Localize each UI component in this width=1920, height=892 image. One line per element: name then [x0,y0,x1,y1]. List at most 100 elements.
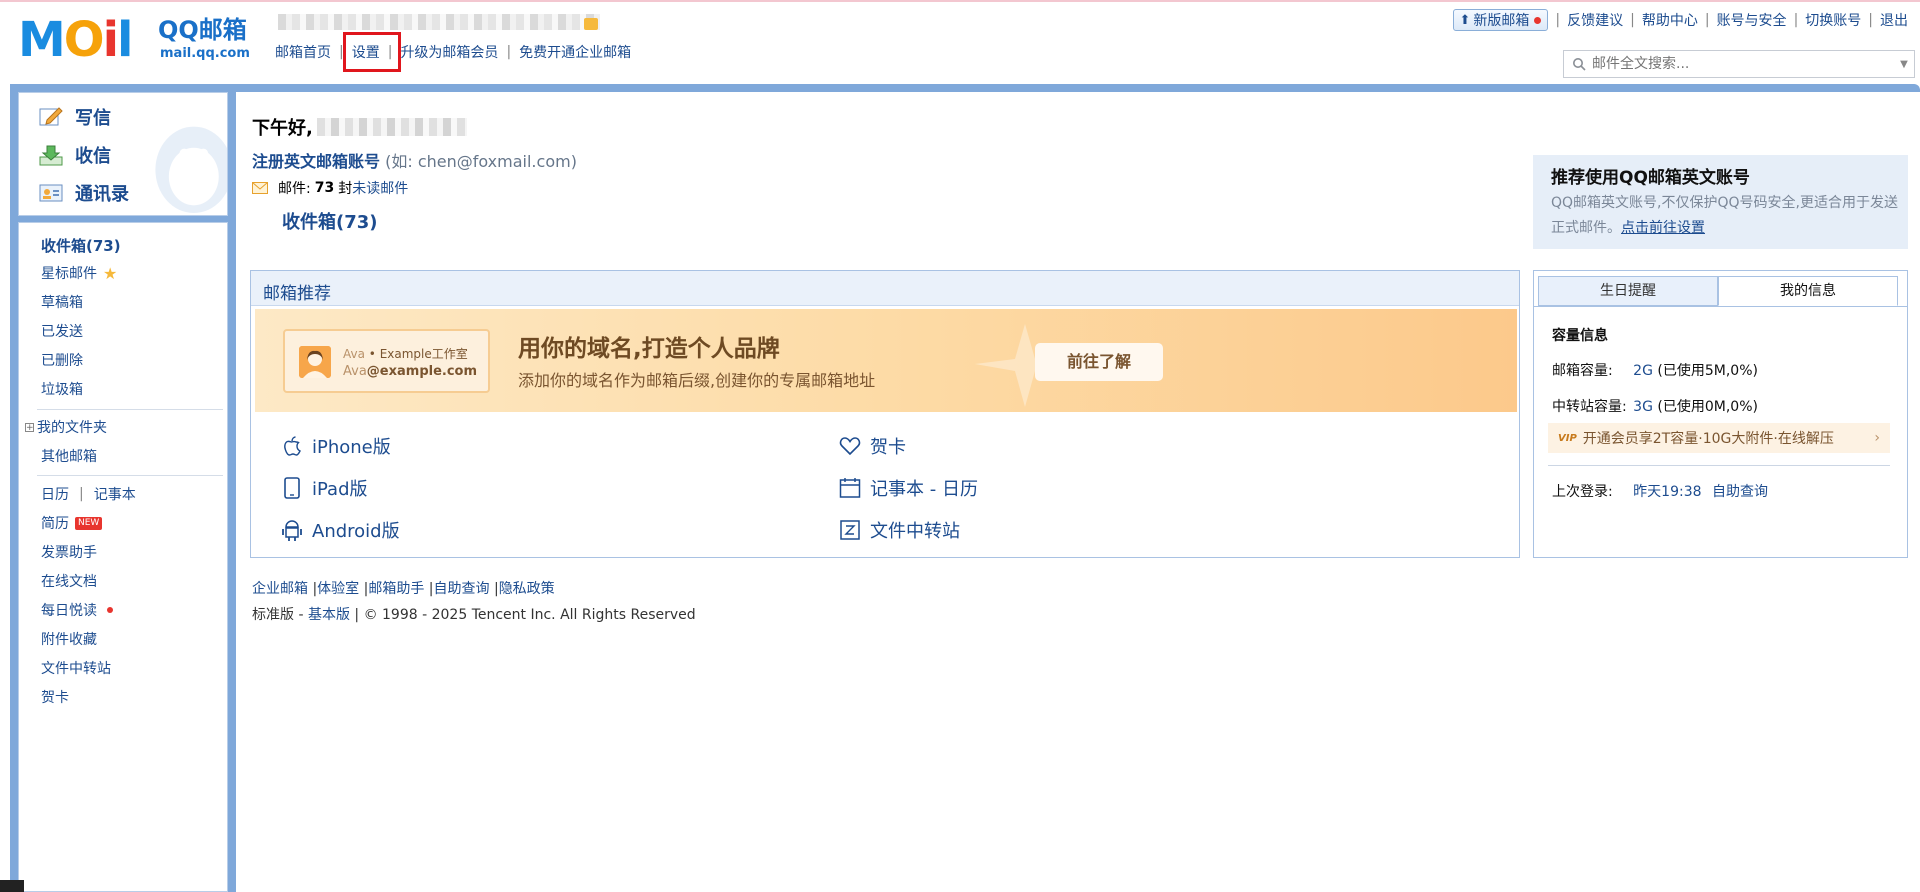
compose-button[interactable]: 写信 [39,104,111,130]
transfer-capacity-size: 3G [1633,399,1653,415]
nav-enterprise[interactable]: 免费开通企业邮箱 [519,42,631,62]
tab-my-info[interactable]: 我的信息 [1718,276,1898,306]
sidebar-item-invoice[interactable]: 发票助手 [41,542,97,562]
footer-self-query-link[interactable]: 自助查询 [434,581,490,597]
android-icon [282,520,302,541]
footer-enterprise-link[interactable]: 企业邮箱 [252,581,308,597]
sidebar-item-calendar-notes: 日历 | 记事本 [41,484,136,504]
link-separator: | [1630,12,1635,28]
new-mail-label: 新版邮箱 [1473,13,1530,29]
app-greeting-card-label: 贺卡 [870,437,906,458]
sidebar-item-attachments[interactable]: 附件收藏 [41,629,97,649]
self-query-link[interactable]: 自助查询 [1712,484,1768,500]
info-divider [1548,465,1890,466]
sidebar-item-inbox[interactable]: 收件箱(73) [41,235,121,256]
sidebar-actions: 写信 收信 通讯录 [18,92,228,216]
sidebar-folder-list: 收件箱(73) 星标邮件 ★ 草稿箱 已发送 已删除 垃圾箱 + 我的文件夹 其… [18,222,228,892]
edition-label: 标准版 [252,607,294,623]
mailbox-capacity-size: 2G [1633,363,1653,379]
vip-upgrade-bar[interactable]: VIP 开通会员享2T容量·10G大附件·在线解压 › [1548,423,1890,453]
sidebar-item-label: 我的文件夹 [37,420,107,436]
recommend-panel: 邮箱推荐 Ava • Example工作室 Ava@example.com 用你… [250,270,1520,558]
promo-settings-link[interactable]: 点击前往设置 [1621,220,1705,236]
app-notes-calendar[interactable]: 记事本 - 日历 [839,475,978,501]
expand-plus-icon[interactable]: + [25,422,34,432]
inbox-link[interactable]: 收件箱(73) [282,208,378,234]
contacts-card-icon [39,184,63,202]
domain-banner[interactable]: Ava • Example工作室 Ava@example.com 用你的域名,打… [255,309,1517,412]
promo-title: 推荐使用QQ邮箱英文账号 [1551,168,1750,188]
sidebar-item-transfer[interactable]: 文件中转站 [41,658,111,678]
transfer-capacity: 中转站容量: 3G (已使用0M,0%) [1552,396,1758,416]
tab-birthday-reminder[interactable]: 生日提醒 [1538,276,1718,306]
chevron-right-icon: › [1874,430,1880,446]
nav-home[interactable]: 邮箱首页 [275,42,331,62]
unread-mail-link[interactable]: 未读邮件 [352,178,408,198]
banner-subline: 添加你的域名作为邮箱后缀,创建你的专属邮箱地址 [518,371,876,390]
app-greeting-card[interactable]: 贺卡 [839,433,906,459]
sidebar-item-cards[interactable]: 贺卡 [41,687,69,707]
help-link[interactable]: 帮助中心 [1642,10,1698,30]
app-notes-calendar-label: 记事本 - 日历 [870,479,978,500]
account-security-link[interactable]: 账号与安全 [1717,10,1787,30]
last-login-time: 昨天19:38 [1633,484,1702,500]
apple-icon [284,436,301,456]
notification-dot [1534,16,1542,24]
calendar-icon [839,478,861,498]
sidebar-item-notes[interactable]: 记事本 [94,484,136,504]
compose-label: 写信 [75,108,111,129]
mail-prefix: 邮件: [278,181,311,197]
app-iphone-label: iPhone版 [312,437,391,458]
sidebar-item-other-mail[interactable]: 其他邮箱 [41,446,97,466]
sidebar-item-drafts[interactable]: 草稿箱 [41,292,83,312]
unread-dot [107,607,113,613]
app-file-transfer[interactable]: 文件中转站 [839,517,960,543]
recommend-header: 邮箱推荐 [251,271,1519,306]
top-right-links: ⬆ 新版邮箱 | 反馈建议 | 帮助中心 | 账号与安全 | 切换账号 | 退出 [1452,9,1908,31]
recommend-title: 邮箱推荐 [263,284,331,304]
sidebar-item-deleted[interactable]: 已删除 [41,350,83,370]
feedback-link[interactable]: 反馈建议 [1567,10,1623,30]
footer-lab-link[interactable]: 体验室 [317,581,359,597]
contacts-button[interactable]: 通讯录 [39,180,129,206]
sidebar-item-daily-read[interactable]: 每日悦读 [41,600,113,620]
banner-card-name: Ava • Example工作室 [343,345,468,362]
card-email-domain: @example.com [366,364,478,379]
basic-edition-link[interactable]: 基本版 [308,607,350,623]
copyright-text: © 1998 - 2025 Tencent Inc. All Rights Re… [363,607,696,623]
banner-learn-more-button[interactable]: 前往了解 [1035,343,1163,381]
sidebar-item-resume[interactable]: 简历 NEW [41,513,103,533]
greeting-text: 下午好, [252,118,313,139]
sidebar-item-label: 每日悦读 [41,603,97,619]
mailbox-capacity: 邮箱容量: 2G (已使用5M,0%) [1552,360,1758,380]
chevron-down-icon[interactable]: ▼ [1894,59,1914,70]
heart-icon [839,437,861,456]
app-ipad[interactable]: iPad版 [281,475,368,501]
sidebar-item-spam[interactable]: 垃圾箱 [41,379,83,399]
penguin-watermark-icon [155,126,227,213]
search-input[interactable] [1590,55,1894,73]
logo-mark: MOil [18,12,134,68]
top-nav: 邮箱首页 | 设置 | 升级为邮箱会员 | 免费开通企业邮箱 [275,42,631,62]
logout-link[interactable]: 退出 [1880,10,1908,30]
sidebar-item-label: 星标邮件 [41,266,97,282]
top-accent-line [0,0,1920,2]
register-link[interactable]: 注册英文邮箱账号 [252,152,380,171]
switch-account-link[interactable]: 切换账号 [1805,10,1861,30]
sidebar-item-docs[interactable]: 在线文档 [41,571,97,591]
app-android[interactable]: Android版 [281,517,400,543]
mail-unit: 封 [338,181,353,197]
nav-upgrade[interactable]: 升级为邮箱会员 [400,42,498,62]
sidebar-item-sent[interactable]: 已发送 [41,321,83,341]
sidebar-item-starred[interactable]: 星标邮件 ★ [41,263,117,283]
sidebar-item-calendar[interactable]: 日历 [41,484,69,504]
qq-mail-logo[interactable]: MOil QQ邮箱 mail.qq.com [18,10,258,70]
up-arrow-icon: ⬆ [1459,12,1471,28]
sidebar-item-my-folders[interactable]: + 我的文件夹 [25,417,107,437]
new-mail-button[interactable]: ⬆ 新版邮箱 [1452,9,1549,31]
footer-assistant-link[interactable]: 邮箱助手 [368,581,424,597]
app-iphone[interactable]: iPhone版 [281,433,391,459]
receive-button[interactable]: 收信 [39,142,111,168]
capacity-title: 容量信息 [1552,328,1608,344]
footer-privacy-link[interactable]: 隐私政策 [499,581,555,597]
